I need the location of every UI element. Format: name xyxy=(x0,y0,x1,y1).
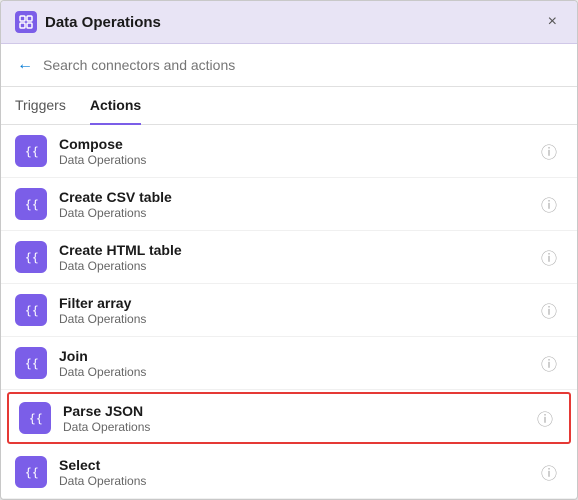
info-button-create-csv-table[interactable]: ⓘ xyxy=(535,190,563,218)
svg-text:{{}}: {{}} xyxy=(25,466,40,480)
svg-text:{{}}: {{}} xyxy=(25,251,40,265)
action-icon-join: {{}} xyxy=(15,347,47,379)
action-item-create-html-table[interactable]: {{}} Create HTML table Data Operations ⓘ xyxy=(1,231,577,284)
svg-text:{{}}: {{}} xyxy=(25,304,40,318)
action-text-compose: Compose Data Operations xyxy=(59,136,535,167)
header-left: Data Operations xyxy=(15,11,161,33)
info-button-create-html-table[interactable]: ⓘ xyxy=(535,243,563,271)
action-icon-filter-array: {{}} xyxy=(15,294,47,326)
info-button-select[interactable]: ⓘ xyxy=(535,458,563,486)
tab-actions[interactable]: Actions xyxy=(90,87,141,125)
tabs-container: Triggers Actions xyxy=(1,87,577,125)
info-button-parse-json[interactable]: ⓘ xyxy=(531,404,559,432)
action-text-filter-array: Filter array Data Operations xyxy=(59,295,535,326)
info-button-join[interactable]: ⓘ xyxy=(535,349,563,377)
action-text-parse-json: Parse JSON Data Operations xyxy=(63,403,531,434)
header-icon xyxy=(15,11,37,33)
search-bar: ← xyxy=(1,44,577,87)
info-button-filter-array[interactable]: ⓘ xyxy=(535,296,563,324)
action-icon-create-csv-table: {{}} xyxy=(15,188,47,220)
action-item-compose[interactable]: {{}} Compose Data Operations ⓘ xyxy=(1,125,577,178)
action-text-create-csv-table: Create CSV table Data Operations xyxy=(59,189,535,220)
action-icon-select: {{}} xyxy=(15,456,47,488)
svg-text:{{}}: {{}} xyxy=(25,357,40,371)
data-operations-panel: Data Operations × ← Triggers Actions {{}… xyxy=(0,0,578,500)
action-item-join[interactable]: {{}} Join Data Operations ⓘ xyxy=(1,337,577,390)
action-text-join: Join Data Operations xyxy=(59,348,535,379)
panel-title: Data Operations xyxy=(45,14,161,31)
back-button[interactable]: ← xyxy=(15,54,35,76)
action-icon-compose: {{}} xyxy=(15,135,47,167)
action-icon-create-html-table: {{}} xyxy=(15,241,47,273)
action-text-create-html-table: Create HTML table Data Operations xyxy=(59,242,535,273)
action-item-select[interactable]: {{}} Select Data Operations ⓘ xyxy=(1,446,577,499)
search-input[interactable] xyxy=(43,57,563,73)
svg-text:{{}}: {{}} xyxy=(25,198,40,212)
action-item-parse-json[interactable]: {{}} Parse JSON Data Operations ⓘ xyxy=(7,392,571,444)
action-text-select: Select Data Operations xyxy=(59,457,535,488)
action-icon-parse-json: {{}} xyxy=(19,402,51,434)
back-icon: ← xyxy=(17,56,33,73)
action-item-create-csv-table[interactable]: {{}} Create CSV table Data Operations ⓘ xyxy=(1,178,577,231)
action-list: {{}} Compose Data Operations ⓘ {{}} Crea… xyxy=(1,125,577,499)
tab-triggers[interactable]: Triggers xyxy=(15,87,66,125)
info-button-compose[interactable]: ⓘ xyxy=(535,137,563,165)
close-button[interactable]: × xyxy=(542,11,563,33)
svg-text:{{}}: {{}} xyxy=(25,145,40,159)
action-item-filter-array[interactable]: {{}} Filter array Data Operations ⓘ xyxy=(1,284,577,337)
panel-header: Data Operations × xyxy=(1,1,577,44)
svg-text:{{}}: {{}} xyxy=(29,412,44,426)
